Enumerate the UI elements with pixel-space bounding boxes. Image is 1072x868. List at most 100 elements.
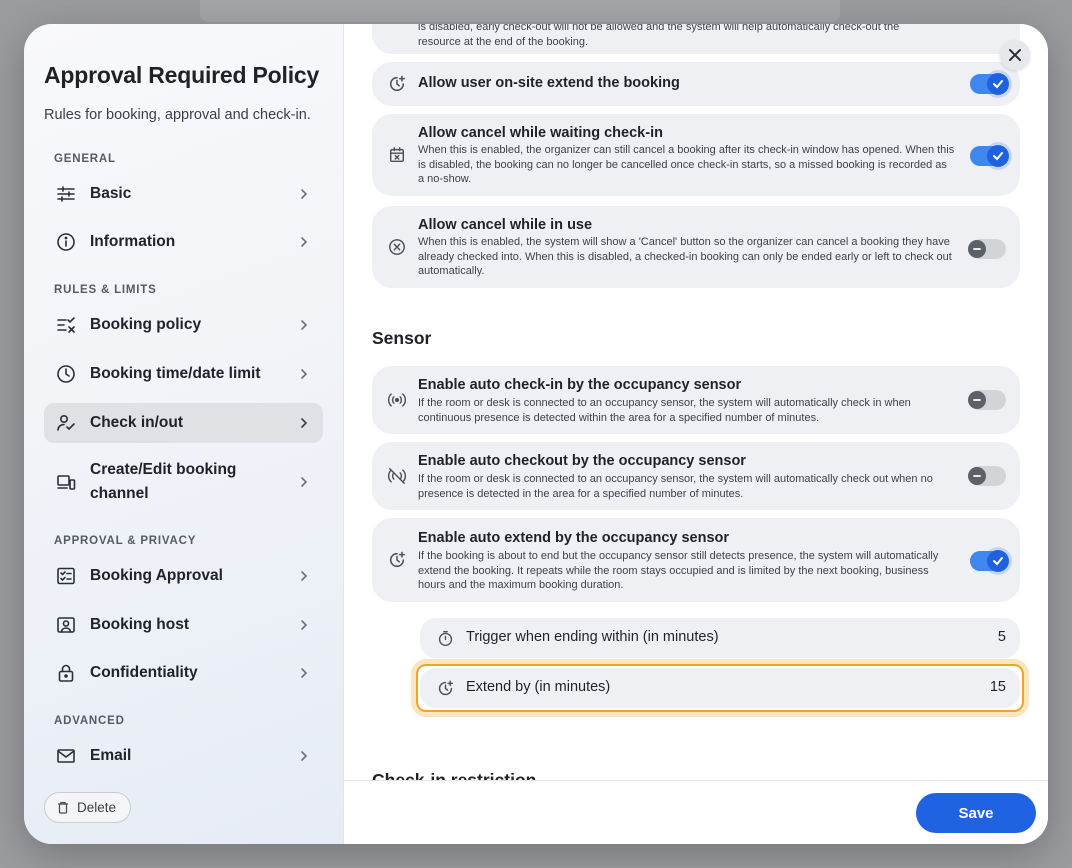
chevron-right-icon [301,369,308,379]
trash-icon [58,801,68,814]
sensor-off-icon [386,465,408,487]
chevron-right-icon [301,571,308,581]
sidebar-item-label: Email [90,747,132,764]
card-title: Allow cancel while waiting check-in [418,125,663,141]
calendar-x-icon [386,144,408,166]
section-heading-sensor: Sensor [372,328,432,348]
card-description: When this is enabled, the system will sh… [418,236,952,277]
card-auto-extend: Enable auto extend by the occupancy sens… [372,518,1020,602]
background-search-bar [200,0,840,22]
chevron-right-icon [301,237,308,247]
setting-trigger-minutes[interactable]: Trigger when ending within (in minutes) … [420,618,1020,658]
sidebar-item-basic[interactable]: Basic [44,174,323,214]
card-auto-checkout: Enable auto checkout by the occupancy se… [372,442,1020,510]
sidebar-item-label: Basic [90,185,132,202]
card-early-checkout-partial: is disabled, early check-out will not be… [372,24,1020,54]
sidebar-item-label: Check in/out [90,414,184,431]
chevron-right-icon [301,751,308,761]
card-cancel-in-use: Allow cancel while in use When this is e… [372,206,1020,288]
toggle-off-knob [968,240,986,258]
card-title: Enable auto extend by the occupancy sens… [418,530,730,546]
chevron-right-icon [301,668,308,678]
card-description: If the room or desk is connected to an o… [418,397,911,424]
chevron-right-icon [301,620,308,630]
cancel-waiting-toggle[interactable] [970,145,1009,167]
setting-label: Trigger when ending within (in minutes) [466,629,719,645]
stopwatch-icon [434,627,456,649]
circle-x-icon [386,236,408,258]
lock-icon [54,661,78,685]
sidebar-item-label: Booking host [90,616,190,633]
delete-button[interactable]: Delete [44,792,132,823]
chevron-right-icon [301,418,308,428]
chevron-right-icon [301,477,308,487]
modal-footer: Save [344,780,1048,844]
clock-plus-icon [386,73,408,95]
sidebar-item-label: Confidentiality [90,664,198,681]
sidebar: Approval Required Policy Rules for booki… [24,24,344,844]
sidebar-item-email[interactable]: Email [44,736,323,776]
card-cancel-waiting-checkin: Allow cancel while waiting check-in When… [372,114,1020,196]
card-title: Allow user on-site extend the booking [418,75,680,91]
card-description: If the room or desk is connected to an o… [418,473,933,500]
sidebar-item-label: Create/Edit booking channel [90,461,237,502]
sidebar-item-information[interactable]: Information [44,222,323,262]
policy-modal: Approval Required Policy Rules for booki… [24,24,1048,844]
sidebar-item-label: Booking time/date limit [90,365,261,382]
sidebar-item-booking-policy[interactable]: Booking policy [44,305,323,345]
check-icon [987,73,1009,95]
section-label-approval: APPROVAL & PRIVACY [54,535,197,547]
sidebar-item-label: Information [90,233,176,250]
check-icon [987,145,1009,167]
sidebar-item-create-edit-channel[interactable]: Create/Edit booking channel [44,452,323,512]
sidebar-subtitle: Rules for booking, approval and check-in… [44,107,311,123]
sidebar-item-label: Booking policy [90,316,202,333]
settings-scroll-area[interactable]: is disabled, early check-out will not be… [344,24,1048,780]
approval-checklist-icon [54,564,78,588]
sidebar-item-time-limit[interactable]: Booking time/date limit [44,354,323,394]
section-heading-checkin-restriction: Check-in restriction [372,770,537,780]
chevron-right-icon [301,320,308,330]
section-label-advanced: ADVANCED [54,715,125,727]
card-auto-checkin: Enable auto check-in by the occupancy se… [372,366,1020,434]
card-description: is disabled, early check-out will not be… [418,24,900,48]
user-check-icon [54,411,78,435]
sidebar-item-label: Booking Approval [90,567,223,584]
save-button[interactable]: Save [916,793,1036,833]
setting-label: Extend by (in minutes) [466,679,611,695]
sidebar-item-check-in-out[interactable]: Check in/out [44,403,323,443]
card-description: If the booking is about to end but the o… [418,550,939,591]
close-icon [1009,49,1021,61]
host-badge-icon [54,613,78,637]
sidebar-item-confidentiality[interactable]: Confidentiality [44,653,323,693]
auto-checkin-toggle[interactable] [968,390,1006,410]
card-title: Enable auto check-in by the occupancy se… [418,377,742,393]
onsite-extend-toggle[interactable] [970,73,1009,95]
toggle-off-knob [968,467,986,485]
setting-value[interactable]: 15 [990,679,1006,695]
delete-label: Delete [77,800,117,815]
cancel-in-use-toggle[interactable] [968,239,1006,259]
card-description: When this is enabled, the organizer can … [418,144,955,185]
sidebar-title: Approval Required Policy [44,62,320,88]
section-label-rules: RULES & LIMITS [54,284,157,296]
devices-icon [54,470,78,494]
sidebar-item-booking-approval[interactable]: Booking Approval [44,556,323,596]
setting-extend-by-minutes[interactable]: Extend by (in minutes) 15 [420,668,1020,708]
close-button[interactable] [1000,40,1030,70]
card-onsite-extend: Allow user on-site extend the booking [372,62,1020,106]
sensor-signal-icon [386,389,408,411]
settings-panel: is disabled, early check-out will not be… [344,24,1048,844]
sliders-icon [54,182,78,206]
sidebar-item-booking-host[interactable]: Booking host [44,605,323,645]
card-title: Enable auto checkout by the occupancy se… [418,453,746,469]
info-icon [54,230,78,254]
card-title: Allow cancel while in use [418,217,593,233]
check-icon [987,550,1009,572]
list-check-icon [54,313,78,337]
auto-extend-toggle[interactable] [970,550,1009,572]
setting-value[interactable]: 5 [998,629,1006,645]
auto-checkout-toggle[interactable] [968,466,1006,486]
clock-plus-icon [434,677,456,699]
section-label-general: GENERAL [54,153,116,165]
